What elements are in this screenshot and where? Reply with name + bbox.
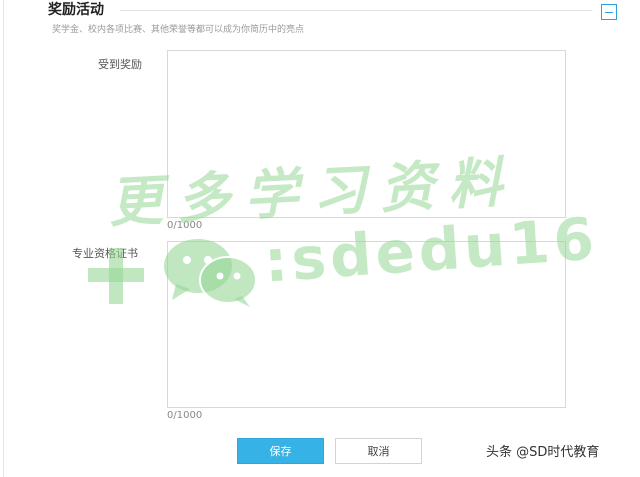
certificates-label: 专业资格证书 [72,247,138,260]
section-title: 奖励活动 [48,2,104,18]
awards-char-counter: 0/1000 [167,220,203,231]
certificates-char-counter: 0/1000 [167,410,203,421]
minus-square-icon [605,12,613,13]
left-border [3,0,4,477]
save-button[interactable]: 保存 [237,438,324,464]
source-credit: 头条 @SD时代教育 [486,445,600,460]
awards-label: 受到奖励 [98,58,142,71]
collapse-button[interactable] [601,4,617,20]
cancel-button[interactable]: 取消 [335,438,422,464]
section-description: 奖学金、校内各项比赛、其他荣誉等都可以成为你简历中的亮点 [52,25,305,35]
certificates-textarea[interactable] [167,241,566,408]
awards-textarea[interactable] [167,50,566,218]
title-divider [120,10,592,11]
awards-section-panel: 奖励活动 奖学金、校内各项比赛、其他荣誉等都可以成为你简历中的亮点 受到奖励 0… [0,0,640,477]
